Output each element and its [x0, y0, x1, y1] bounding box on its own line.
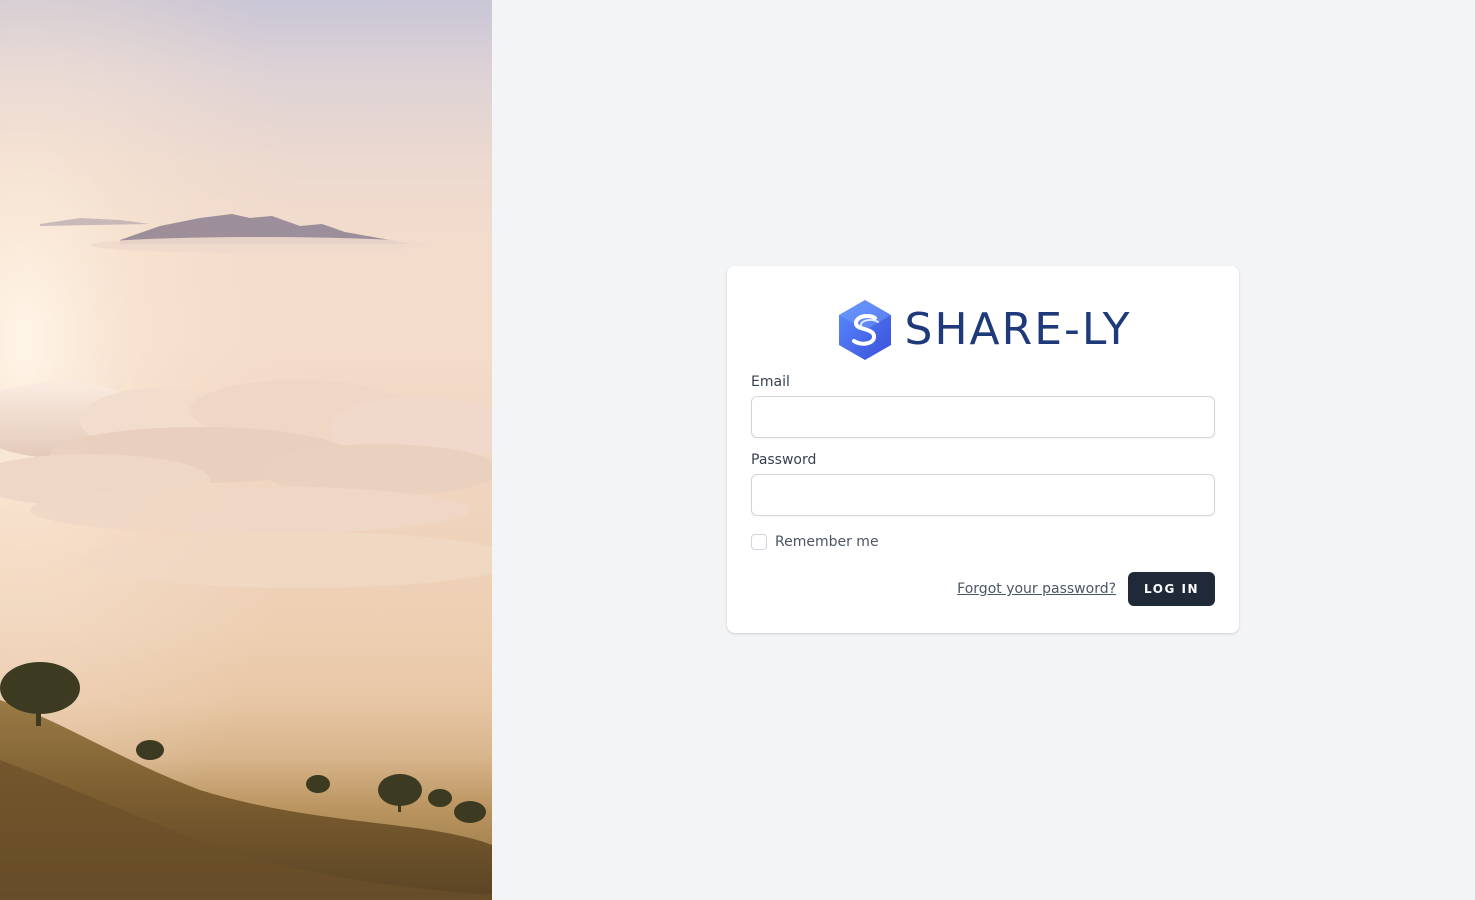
share-ly-hexagon-icon — [838, 300, 891, 360]
hero-image-panel — [0, 0, 492, 900]
login-button[interactable]: LOG IN — [1128, 572, 1215, 606]
login-card: SHARE-LY Email Password Remember me Forg… — [727, 266, 1239, 633]
forgot-password-link[interactable]: Forgot your password? — [957, 581, 1116, 597]
brand-logo: SHARE-LY — [751, 298, 1215, 362]
email-field[interactable] — [751, 396, 1215, 438]
password-label: Password — [751, 452, 817, 468]
brand-name: SHARE-LY — [904, 304, 1132, 355]
remember-me-row: Remember me — [751, 534, 1215, 550]
email-label: Email — [751, 374, 790, 390]
form-actions: Forgot your password? LOG IN — [751, 572, 1215, 606]
login-page: SHARE-LY Email Password Remember me Forg… — [0, 0, 1475, 900]
password-field[interactable] — [751, 474, 1215, 516]
mountain-clouds-sunrise-image — [0, 0, 492, 900]
remember-me-label: Remember me — [775, 534, 879, 550]
remember-me-checkbox[interactable] — [751, 534, 767, 550]
login-panel: SHARE-LY Email Password Remember me Forg… — [492, 0, 1475, 900]
